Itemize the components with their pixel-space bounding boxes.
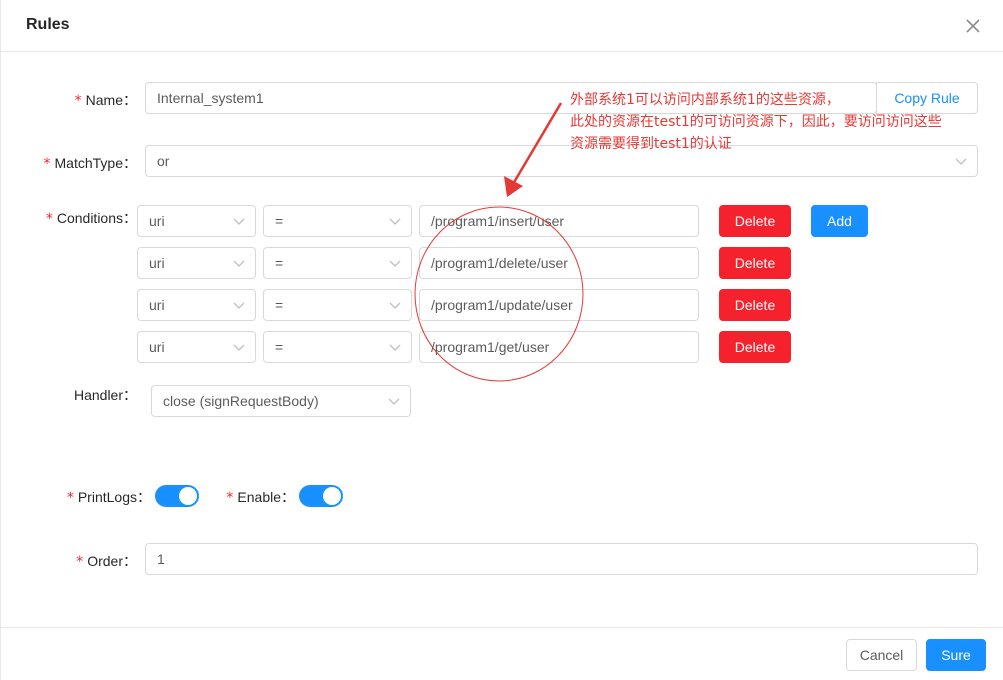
required-mark: * xyxy=(226,490,234,506)
delete-condition-button[interactable]: Delete xyxy=(719,289,791,321)
chevron-down-icon xyxy=(233,260,245,267)
enable-switch[interactable] xyxy=(299,485,343,507)
annotation-arrow-head xyxy=(504,176,523,197)
chevron-down-icon xyxy=(389,260,401,267)
annotation-text: 外部系统1可以访问内部系统1的这些资源， 此处的资源在test1的可访问资源下，… xyxy=(570,89,1000,155)
condition-operator-value: = xyxy=(275,255,284,271)
condition-value-input[interactable]: /program1/get/user xyxy=(419,331,699,363)
handler-value: close (signRequestBody) xyxy=(163,393,319,409)
delete-condition-button[interactable]: Delete xyxy=(719,247,791,279)
chevron-down-icon xyxy=(389,302,401,309)
add-condition-button[interactable]: Add xyxy=(811,205,868,237)
cancel-button[interactable]: Cancel xyxy=(846,639,917,671)
enable-label: * Enable： xyxy=(226,489,295,506)
condition-operator-value: = xyxy=(275,339,284,355)
condition-operator-select[interactable]: = xyxy=(263,289,412,321)
chevron-down-icon xyxy=(389,344,401,351)
switch-knob xyxy=(323,487,341,505)
condition-operator-select[interactable]: = xyxy=(263,331,412,363)
modal-footer: Cancel Sure xyxy=(1,627,1003,680)
annotation-line: 外部系统1可以访问内部系统1的这些资源， xyxy=(570,92,840,108)
close-icon[interactable] xyxy=(961,14,985,38)
chevron-down-icon xyxy=(233,344,245,351)
condition-param-type-select[interactable]: uri xyxy=(137,247,256,279)
required-mark: * xyxy=(74,93,82,109)
rules-modal: Rules * Name： Internal_system1 Copy Rule … xyxy=(0,0,1003,680)
condition-param-type-select[interactable]: uri xyxy=(137,205,256,237)
handler-select[interactable]: close (signRequestBody) xyxy=(151,385,411,417)
chevron-down-icon xyxy=(955,158,967,165)
required-mark: * xyxy=(43,156,51,172)
condition-param-type-value: uri xyxy=(149,213,165,229)
annotation-line: 此处的资源在test1的可访问资源下，因此，要访问访问这些 xyxy=(570,114,942,130)
order-label: * Order： xyxy=(76,553,137,570)
delete-condition-button[interactable]: Delete xyxy=(719,205,791,237)
print-logs-label: * PrintLogs： xyxy=(66,489,151,506)
modal-header: Rules xyxy=(1,0,1003,52)
required-mark: * xyxy=(45,211,53,227)
condition-value-input[interactable]: /program1/insert/user xyxy=(419,205,699,237)
switch-knob xyxy=(179,487,197,505)
annotation-line: 资源需要得到test1的认证 xyxy=(570,136,732,152)
delete-condition-button[interactable]: Delete xyxy=(719,331,791,363)
condition-operator-value: = xyxy=(275,297,284,313)
sure-button[interactable]: Sure xyxy=(926,639,986,671)
condition-param-type-select[interactable]: uri xyxy=(137,331,256,363)
chevron-down-icon xyxy=(233,218,245,225)
condition-value-input[interactable]: /program1/update/user xyxy=(419,289,699,321)
condition-param-type-select[interactable]: uri xyxy=(137,289,256,321)
chevron-down-icon xyxy=(233,302,245,309)
condition-param-type-value: uri xyxy=(149,297,165,313)
condition-operator-select[interactable]: = xyxy=(263,205,412,237)
chevron-down-icon xyxy=(388,398,400,405)
order-input[interactable]: 1 xyxy=(145,543,978,575)
match-type-value: or xyxy=(157,153,170,169)
match-type-label: * MatchType： xyxy=(43,155,137,172)
condition-param-type-value: uri xyxy=(149,255,165,271)
conditions-label: * Conditions： xyxy=(45,210,137,227)
name-label: * Name： xyxy=(74,92,137,109)
condition-operator-select[interactable]: = xyxy=(263,247,412,279)
required-mark: * xyxy=(76,554,84,570)
modal-title: Rules xyxy=(26,16,70,33)
condition-operator-value: = xyxy=(275,213,284,229)
handler-label: Handler： xyxy=(73,387,137,403)
chevron-down-icon xyxy=(389,218,401,225)
condition-param-type-value: uri xyxy=(149,339,165,355)
print-logs-switch[interactable] xyxy=(155,485,199,507)
required-mark: * xyxy=(66,490,74,506)
condition-value-input[interactable]: /program1/delete/user xyxy=(419,247,699,279)
